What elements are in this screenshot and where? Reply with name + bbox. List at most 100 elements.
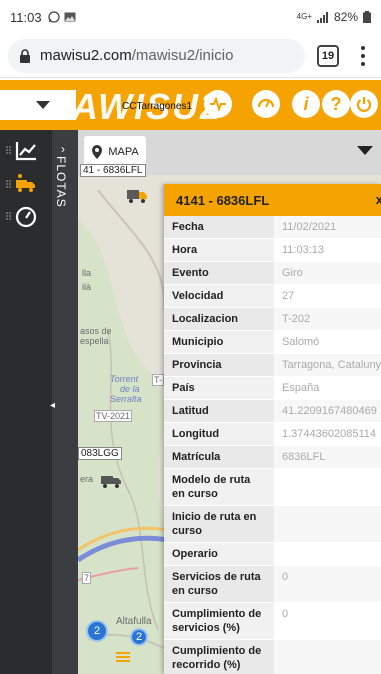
map-place-label: era <box>80 474 94 484</box>
url-host: mawisu2.com <box>40 47 132 64</box>
truck-marker-icon[interactable] <box>126 188 148 204</box>
info-row-label: Matrícula <box>164 446 274 468</box>
gauge-icon <box>15 206 37 228</box>
map-pin-icon <box>92 145 103 159</box>
battery-icon <box>363 11 371 23</box>
menu-icon[interactable] <box>116 652 130 662</box>
map-options-dropdown[interactable] <box>357 146 373 155</box>
vehicle-info-panel: 4141 - 6836LFL x Fecha 11/02/2021 Hora 11:0… <box>164 184 381 674</box>
lock-icon <box>20 48 30 63</box>
chevron-right-icon: › <box>61 142 65 156</box>
power-icon[interactable] <box>350 90 378 118</box>
whatsapp-icon <box>47 11 60 23</box>
map-place-label: espella <box>80 336 109 346</box>
active-dot <box>18 174 22 178</box>
info-row-label: País <box>164 377 274 399</box>
panel-title: 4141 - 6836LFL <box>176 192 270 208</box>
info-row-value: 27 <box>274 285 381 307</box>
sidebar-item-stats[interactable] <box>0 134 52 168</box>
notification-icons <box>47 11 76 23</box>
map-cluster-marker[interactable]: 2 <box>130 628 148 646</box>
map-place-label: lla <box>82 268 92 278</box>
browser-menu-icon[interactable] <box>353 44 373 68</box>
info-row: Provincia Tarragona, Cataluny <box>164 354 381 377</box>
road-label: TV-2021 <box>94 410 133 422</box>
info-row-value: 11:03:13 <box>274 239 381 261</box>
chart-icon <box>15 142 36 161</box>
info-row-label: Cumplimiento de servicios (%) <box>164 603 274 639</box>
network-type: 4G+ <box>296 12 312 21</box>
browser-toolbar: mawisu2.com/mawisu2/inicio 19 <box>0 34 381 78</box>
status-right: 4G+ 82% <box>297 10 371 24</box>
map-cluster-marker[interactable]: 2 <box>86 620 108 642</box>
close-icon[interactable]: x <box>376 192 381 207</box>
info-row: Velocidad 27 <box>164 285 381 308</box>
sidebar-item-fleets[interactable] <box>0 168 52 202</box>
drag-handle-icon[interactable] <box>6 145 12 157</box>
map-place-label: Torrent <box>110 374 139 384</box>
url-path: /mawisu2/inicio <box>131 47 234 64</box>
map-place-label: asos de <box>80 326 112 336</box>
fleet-dropdown[interactable] <box>0 90 76 120</box>
vehicle-tag[interactable]: 083LGG <box>78 447 122 460</box>
info-row: Inicio de ruta en curso <box>164 506 381 543</box>
chevron-down-icon <box>36 101 50 109</box>
info-row-label: Operario <box>164 543 274 565</box>
info-row-label: Modelo de ruta en curso <box>164 469 274 505</box>
drag-handle-icon[interactable] <box>6 179 12 191</box>
info-row-value: T-202 <box>274 308 381 330</box>
info-table: Fecha 11/02/2021 Hora 11:03:13 Evento Giro Vel… <box>164 216 381 674</box>
info-row-value <box>274 469 381 505</box>
info-icon[interactable]: i <box>292 90 320 118</box>
info-row-label: Evento <box>164 262 274 284</box>
info-row-value: Giro <box>274 262 381 284</box>
tab-switcher-button[interactable]: 19 <box>317 44 339 67</box>
info-row: Cumplimiento de servicios (%) 0 <box>164 603 381 640</box>
help-icon[interactable]: ? <box>322 90 350 118</box>
truck-icon <box>16 180 35 192</box>
info-row: Longitud 1.37443602085114 <box>164 423 381 446</box>
address-bar[interactable]: mawisu2.com/mawisu2/inicio <box>8 38 305 73</box>
info-row-value: 0 <box>274 603 381 639</box>
collapse-handle-icon[interactable]: ◂ <box>50 400 55 411</box>
flotas-panel-toggle[interactable]: › FLOTAS ◂ <box>50 130 78 674</box>
info-row-value: 1.37443602085114 <box>274 423 381 445</box>
info-row: Cumplimiento de recorrido (%) <box>164 640 381 674</box>
info-row-label: Cumplimiento de recorrido (%) <box>164 640 274 674</box>
info-row-value: 6836LFL <box>274 446 381 468</box>
info-row: Servicios de ruta en curso 0 <box>164 566 381 603</box>
info-row: Hora 11:03:13 <box>164 239 381 262</box>
map-place-label: Altafulla <box>116 616 152 627</box>
status-bar: 11:03 4G+ 82% <box>0 0 381 34</box>
tab-mapa-label: MAPA <box>108 146 139 158</box>
truck-marker-icon[interactable] <box>100 474 122 488</box>
info-row-value <box>274 543 381 565</box>
info-row-label: Municipio <box>164 331 274 353</box>
info-row-label: Longitud <box>164 423 274 445</box>
vehicle-tag[interactable]: 41 - 6836LFL <box>80 164 146 177</box>
info-row: Operario <box>164 543 381 566</box>
info-row: Localizacion T-202 <box>164 308 381 331</box>
info-row: Fecha 11/02/2021 <box>164 216 381 239</box>
sidebar-item-dashboard[interactable] <box>0 200 52 234</box>
info-row: País España <box>164 377 381 400</box>
info-row-label: Servicios de ruta en curso <box>164 566 274 602</box>
info-row-value <box>274 506 381 542</box>
drag-handle-icon[interactable] <box>6 211 12 223</box>
info-row: Latitud 41.2209167480469 <box>164 400 381 423</box>
activity-icon[interactable] <box>204 90 232 118</box>
info-row-value: 0 <box>274 566 381 602</box>
info-row: Municipio Salomó <box>164 331 381 354</box>
info-row-value: Tarragona, Cataluny <box>274 354 381 376</box>
battery-percent: 82% <box>333 10 358 24</box>
info-row-label: Latitud <box>164 400 274 422</box>
speedometer-icon[interactable] <box>252 90 280 118</box>
panel-header: 4141 - 6836LFL x <box>164 184 381 216</box>
info-row-label: Velocidad <box>164 285 274 307</box>
map-place-label: Serralta <box>110 394 142 404</box>
info-row-value: 11/02/2021 <box>274 216 381 238</box>
map-place-label: ilà <box>82 282 92 292</box>
info-row: Matrícula 6836LFL <box>164 446 381 469</box>
map-place-label: de la <box>120 384 140 394</box>
info-row: Evento Giro <box>164 262 381 285</box>
